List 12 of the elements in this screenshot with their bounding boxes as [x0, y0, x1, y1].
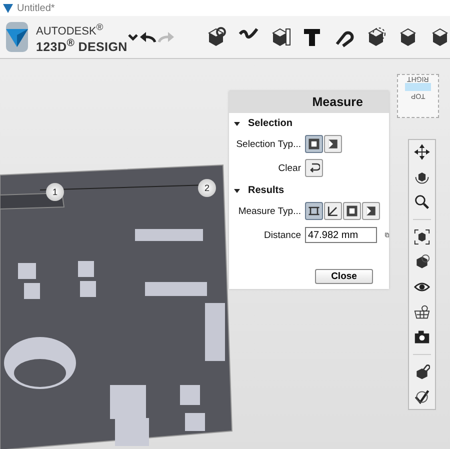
section-heading: Results [248, 185, 284, 196]
field-label: Clear [277, 162, 301, 174]
close-button[interactable]: Close [315, 269, 373, 284]
field-label: Selection Typ... [235, 138, 301, 150]
distance-field[interactable]: 47.982 mm [305, 227, 377, 243]
field-label: Measure Typ... [237, 206, 301, 216]
section-heading: Selection [248, 118, 292, 129]
panel-title: Measure [229, 91, 389, 113]
product-name: 123D$^{®}$ DESIGN [36, 38, 128, 53]
window-title: Untitled* [17, 2, 55, 14]
brand-name: AUTODESK$^{®}$ [36, 21, 104, 38]
field-label: Distance [263, 230, 301, 240]
